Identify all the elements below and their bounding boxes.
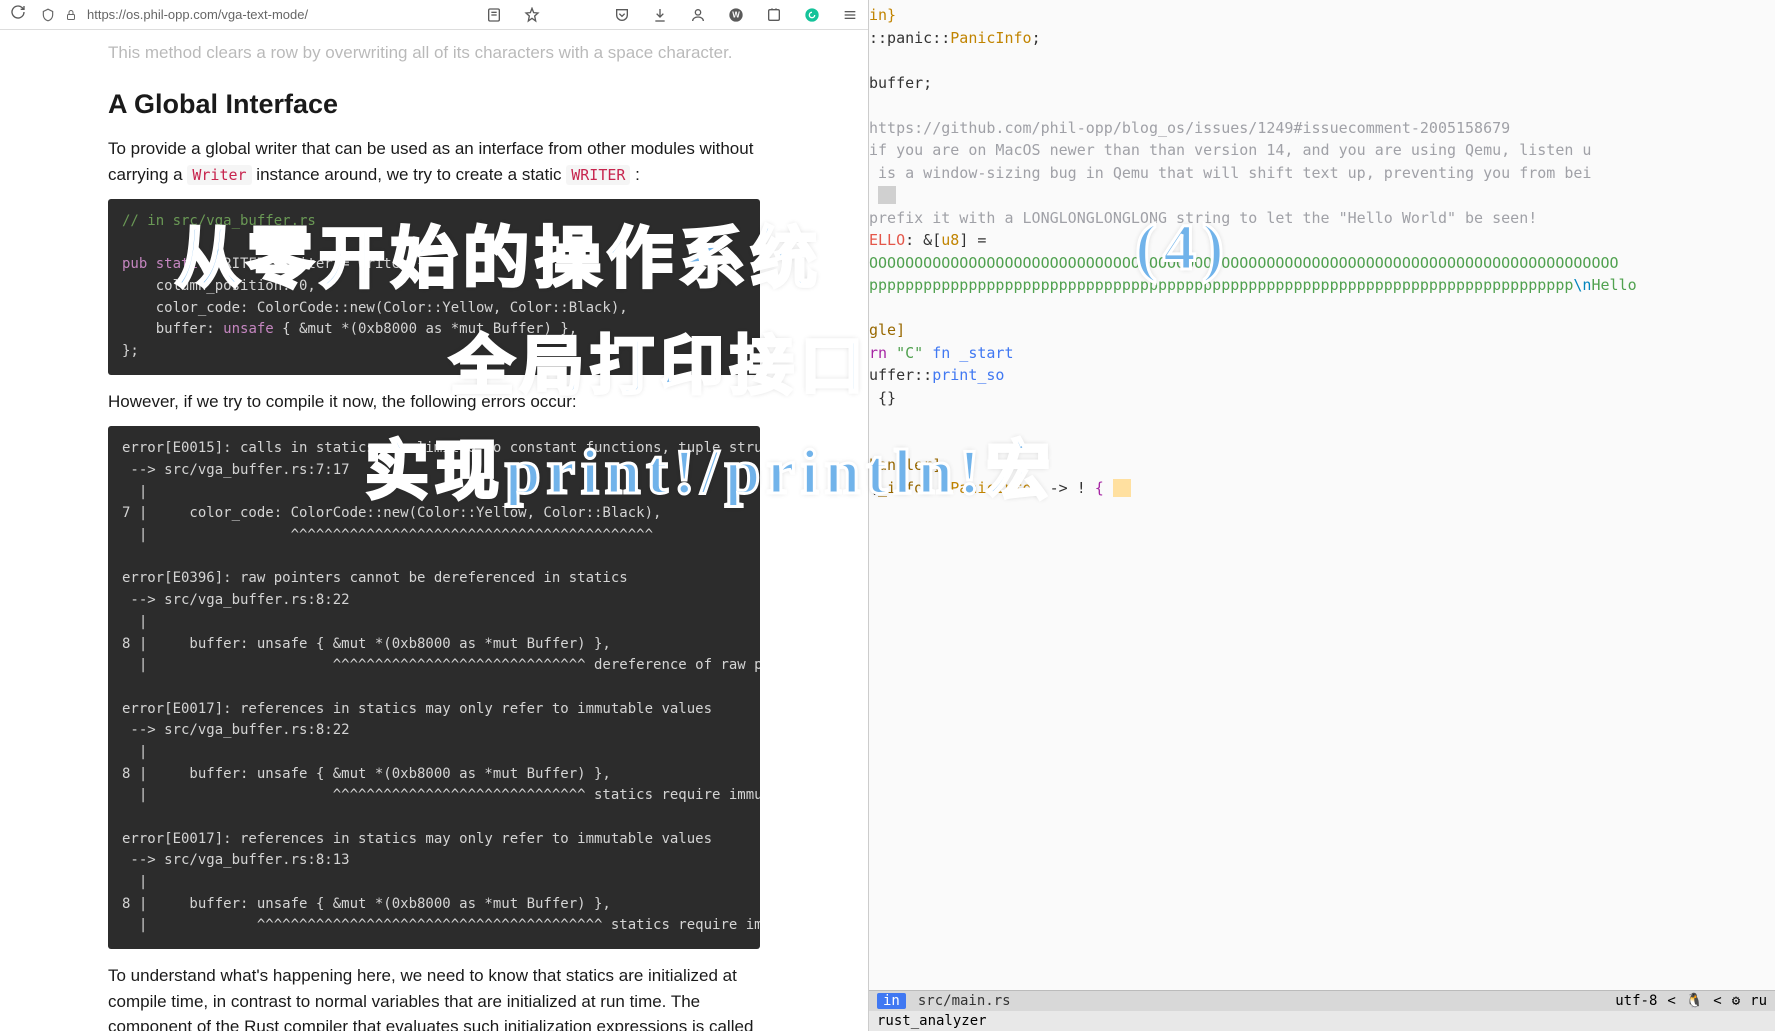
browser-pane: https://os.phil-opp.com/vga-text-mode/ W…	[0, 0, 868, 1031]
status-lsp: rust_analyzer	[877, 1013, 987, 1029]
editor-status-bar: in src/main.rs utf-8 < 🐧 < ⚙ ru rust_ana…	[869, 990, 1775, 1031]
wikipedia-icon[interactable]: W	[728, 7, 744, 23]
paragraph-1: To provide a global writer that can be u…	[108, 136, 760, 187]
shield-icon	[41, 8, 55, 22]
url-bar[interactable]: https://os.phil-opp.com/vga-text-mode/	[41, 7, 471, 22]
account-icon[interactable]	[690, 7, 706, 23]
editor-content[interactable]: in} ::panic::PanicInfo; buffer; https://…	[869, 0, 1775, 499]
status-encoding: utf-8	[1615, 993, 1657, 1009]
status-row-2: rust_analyzer	[869, 1011, 1775, 1031]
toolbar-icons: W	[486, 7, 858, 23]
inline-code: WRITER	[566, 165, 630, 185]
url-text: https://os.phil-opp.com/vga-text-mode/	[87, 7, 308, 22]
lock-icon	[65, 8, 77, 22]
chevron-left-icon[interactable]: <	[1667, 993, 1675, 1009]
status-mode: in	[877, 993, 906, 1009]
paragraph-3: To understand what's happening here, we …	[108, 963, 760, 1031]
pocket-icon[interactable]	[614, 7, 630, 23]
section-heading: A Global Interface	[108, 84, 760, 125]
menu-icon[interactable]	[842, 7, 858, 23]
code-block-1[interactable]: // in src/vga_buffer.rs pub static WRITE…	[108, 199, 760, 375]
reader-icon[interactable]	[486, 7, 502, 23]
paragraph-2: However, if we try to compile it now, th…	[108, 389, 760, 415]
extension-icon[interactable]	[766, 7, 782, 23]
status-row-1: in src/main.rs utf-8 < 🐧 < ⚙ ru	[869, 991, 1775, 1011]
status-path: src/main.rs	[918, 993, 1011, 1009]
code-block-2[interactable]: error[E0015]: calls in statics are limit…	[108, 426, 760, 949]
bookmark-icon[interactable]	[524, 7, 540, 23]
download-icon[interactable]	[652, 7, 668, 23]
chevron-left-icon[interactable]: <	[1713, 993, 1721, 1009]
truncated-line: This method clears a row by overwriting …	[108, 40, 760, 66]
rust-icon: ⚙	[1732, 993, 1740, 1009]
inline-code: Writer	[187, 165, 251, 185]
browser-toolbar: https://os.phil-opp.com/vga-text-mode/ W	[0, 0, 868, 30]
svg-text:W: W	[732, 10, 740, 19]
reload-icon[interactable]	[10, 4, 26, 25]
article-content: This method clears a row by overwriting …	[0, 30, 868, 1031]
linux-icon: 🐧	[1686, 993, 1703, 1009]
grammarly-icon[interactable]	[804, 7, 820, 23]
editor-pane: in} ::panic::PanicInfo; buffer; https://…	[868, 0, 1775, 1031]
